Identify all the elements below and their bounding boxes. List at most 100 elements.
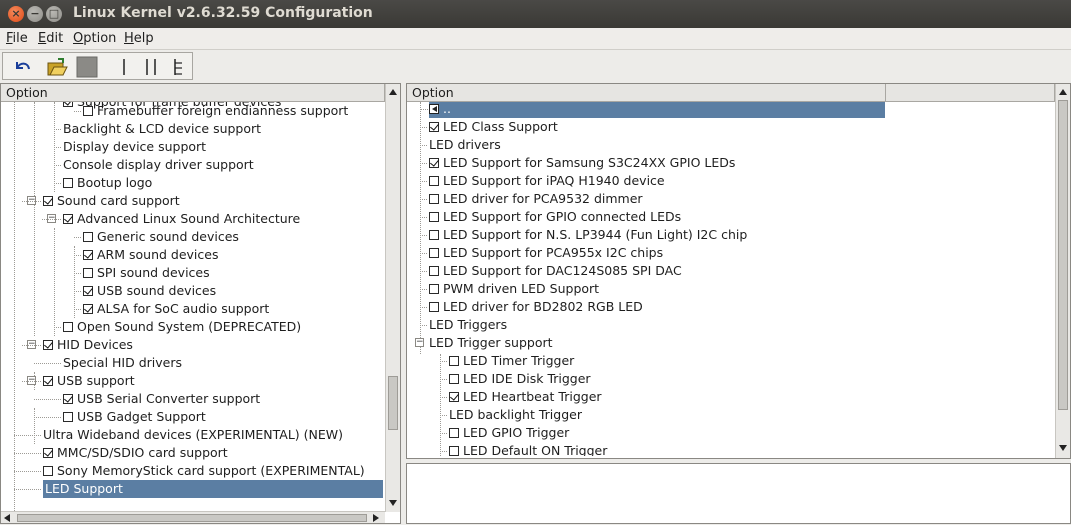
right-scroll-thumb[interactable] — [1058, 100, 1068, 410]
parent-menu-row[interactable]: .. — [429, 102, 885, 118]
checkbox-checked[interactable] — [43, 376, 53, 386]
option-row[interactable]: PWM driven LED Support — [429, 280, 599, 298]
checkbox-checked[interactable] — [43, 196, 53, 206]
checkbox-unchecked[interactable] — [83, 106, 93, 116]
option-row[interactable]: LED Support for PCA955x I2C chips — [429, 244, 663, 262]
checkbox-checked[interactable] — [83, 286, 93, 296]
checkbox-unchecked[interactable] — [83, 268, 93, 278]
tree-row[interactable]: Generic sound devices — [83, 228, 239, 246]
tree-row[interactable]: HID Devices — [43, 336, 133, 354]
checkbox-checked[interactable] — [63, 394, 73, 404]
option-row[interactable]: LED Support for Samsung S3C24XX GPIO LED… — [429, 154, 735, 172]
scroll-right-icon[interactable] — [373, 514, 379, 522]
menu-file[interactable]: File — [6, 31, 28, 46]
checkbox-checked[interactable] — [449, 392, 459, 402]
checkbox-unchecked[interactable] — [63, 178, 73, 188]
scroll-left-icon[interactable] — [4, 514, 10, 522]
left-column-header[interactable]: Option — [1, 84, 385, 102]
tree-row[interactable]: Ultra Wideband devices (EXPERIMENTAL) (N… — [43, 426, 343, 444]
option-row[interactable]: LED backlight Trigger — [449, 406, 582, 424]
scroll-down-icon[interactable] — [1059, 445, 1067, 451]
option-row[interactable]: LED Triggers — [429, 316, 507, 334]
checkbox-unchecked[interactable] — [43, 466, 53, 476]
collapse-icon[interactable]: − — [415, 338, 424, 347]
tree-row[interactable]: Display device support — [63, 138, 206, 156]
option-row[interactable]: LED Support for GPIO connected LEDs — [429, 208, 681, 226]
option-row[interactable]: LED Support for DAC124S085 SPI DAC — [429, 262, 682, 280]
checkbox-checked[interactable] — [83, 250, 93, 260]
option-row[interactable]: LED GPIO Trigger — [449, 424, 569, 442]
tree-row[interactable]: USB Gadget Support — [63, 408, 206, 426]
tree-row[interactable]: Sound card support — [43, 192, 180, 210]
checkbox-checked[interactable] — [429, 158, 439, 168]
checkbox-unchecked[interactable] — [449, 374, 459, 384]
back-button[interactable] — [11, 56, 33, 78]
checkbox-unchecked[interactable] — [429, 284, 439, 294]
checkbox-checked[interactable] — [63, 214, 73, 224]
tree-row-selected[interactable]: LED Support — [43, 480, 383, 498]
checkbox-unchecked[interactable] — [449, 356, 459, 366]
close-window-button[interactable]: × — [8, 6, 24, 22]
left-hscroll-thumb[interactable] — [17, 514, 367, 522]
checkbox-unchecked[interactable] — [429, 194, 439, 204]
checkbox-unchecked[interactable] — [429, 248, 439, 258]
checkbox-unchecked[interactable] — [429, 230, 439, 240]
split-view-button[interactable] — [141, 56, 163, 78]
option-row[interactable]: LED Support for iPAQ H1940 device — [429, 172, 665, 190]
option-row[interactable]: LED Default ON Trigger — [449, 442, 607, 456]
tree-row[interactable]: MMC/SD/SDIO card support — [43, 444, 228, 462]
checkbox-unchecked[interactable] — [449, 446, 459, 456]
menu-option[interactable]: Option — [73, 31, 116, 46]
load-button[interactable] — [46, 56, 68, 78]
tree-row[interactable]: Bootup logo — [63, 174, 152, 192]
checkbox-unchecked[interactable] — [63, 322, 73, 332]
checkbox-checked[interactable] — [429, 122, 439, 132]
tree-row[interactable]: ALSA for SoC audio support — [83, 300, 269, 318]
checkbox-unchecked[interactable] — [429, 302, 439, 312]
option-row[interactable]: LED Timer Trigger — [449, 352, 574, 370]
option-row[interactable]: LED driver for BD2802 RGB LED — [429, 298, 643, 316]
option-row[interactable]: LED driver for PCA9532 dimmer — [429, 190, 643, 208]
tree-row[interactable]: Advanced Linux Sound Architecture — [63, 210, 300, 228]
checkbox-checked[interactable] — [83, 304, 93, 314]
full-view-button[interactable] — [169, 56, 191, 78]
menu-edit[interactable]: Edit — [38, 31, 63, 46]
checkbox-unchecked[interactable] — [429, 212, 439, 222]
tree-row[interactable]: USB sound devices — [83, 282, 216, 300]
tree-row[interactable]: SPI sound devices — [83, 264, 210, 282]
checkbox-unchecked[interactable] — [63, 412, 73, 422]
left-horizontal-scrollbar[interactable] — [1, 511, 385, 523]
option-row[interactable]: LED drivers — [429, 136, 501, 154]
scroll-up-icon[interactable] — [1059, 89, 1067, 95]
menu-help[interactable]: Help — [124, 31, 154, 46]
single-view-button[interactable] — [115, 56, 137, 78]
checkbox-unchecked[interactable] — [429, 266, 439, 276]
checkbox-unchecked[interactable] — [429, 176, 439, 186]
tree-row[interactable]: USB support — [43, 372, 135, 390]
tree-row[interactable]: Special HID drivers — [63, 354, 182, 372]
option-row[interactable]: LED Trigger support — [429, 334, 553, 352]
tree-row[interactable]: USB Serial Converter support — [63, 390, 260, 408]
checkbox-checked[interactable] — [43, 448, 53, 458]
option-row[interactable]: LED Class Support — [429, 118, 558, 136]
option-row[interactable]: LED Support for N.S. LP3944 (Fun Light) … — [429, 226, 747, 244]
left-vertical-scrollbar[interactable] — [385, 84, 400, 512]
right-vertical-scrollbar[interactable] — [1055, 84, 1070, 458]
maximize-window-button[interactable]: □ — [46, 6, 62, 22]
checkbox-unchecked[interactable] — [83, 232, 93, 242]
tree-row[interactable]: Console display driver support — [63, 156, 254, 174]
tree-row[interactable]: Framebuffer foreign endianness support — [83, 102, 348, 120]
option-row[interactable]: LED IDE Disk Trigger — [449, 370, 591, 388]
tree-row[interactable]: ARM sound devices — [83, 246, 218, 264]
checkbox-checked[interactable] — [63, 102, 73, 107]
tree-row[interactable]: Open Sound System (DEPRECATED) — [63, 318, 301, 336]
minimize-window-button[interactable]: − — [27, 6, 43, 22]
tree-row[interactable]: Backlight & LCD device support — [63, 120, 261, 138]
checkbox-unchecked[interactable] — [449, 428, 459, 438]
tree-row[interactable]: Sony MemoryStick card support (EXPERIMEN… — [43, 462, 365, 480]
checkbox-checked[interactable] — [43, 340, 53, 350]
scroll-down-icon[interactable] — [389, 500, 397, 506]
scroll-up-icon[interactable] — [389, 89, 397, 95]
option-row[interactable]: LED Heartbeat Trigger — [449, 388, 602, 406]
save-button[interactable] — [76, 56, 98, 78]
